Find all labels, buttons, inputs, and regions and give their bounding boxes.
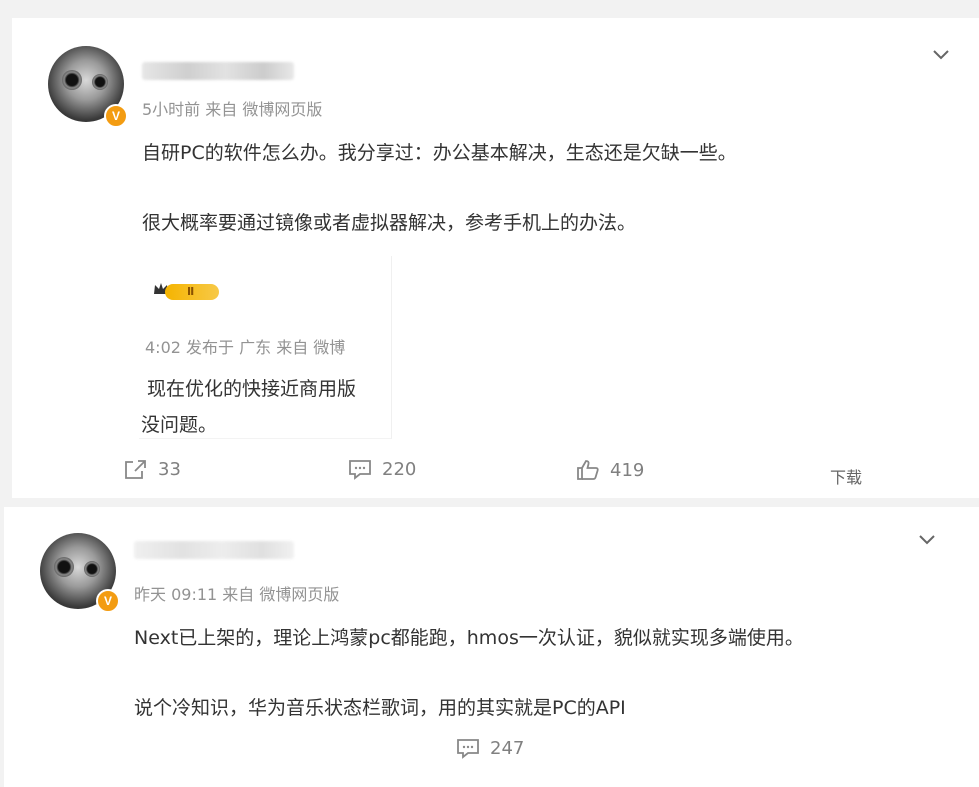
- post-text-line-2: 说个冷知识，华为音乐状态栏歌词，用的其实就是PC的API: [134, 697, 626, 719]
- member-badge-label: Ⅱ: [187, 285, 195, 298]
- comment-button[interactable]: 220: [348, 458, 416, 480]
- repost-text-line-2: 没问题。: [141, 414, 218, 436]
- avatar[interactable]: V: [48, 46, 128, 128]
- post-text-line-1: 自研PC的软件怎么办。我分享过：办公基本解决，生态还是欠缺一些。: [142, 142, 737, 164]
- username-blurred[interactable]: [142, 62, 294, 80]
- repost-text-line-1: 现在优化的快接近商用版: [147, 378, 357, 400]
- post-meta: 5小时前 来自 微博网页版: [142, 100, 323, 119]
- repost-card[interactable]: Ⅱ 4:02 发布于 广东 来自 微博 现在优化的快接近商用版 没问题。: [139, 256, 392, 439]
- share-button[interactable]: 33: [124, 458, 181, 480]
- post-text-line-1: Next已上架的，理论上鸿蒙pc都能跑，hmos一次认证，貌似就实现多端使用。: [134, 627, 804, 649]
- username-blurred[interactable]: [134, 541, 294, 559]
- share-count: 33: [158, 458, 181, 480]
- post-card-1: V 5小时前 来自 微博网页版 自研PC的软件怎么办。我分享过：办公基本解决，生…: [12, 18, 979, 498]
- comment-icon: [457, 739, 479, 759]
- repost-meta: 4:02 发布于 广东 来自 微博: [145, 338, 346, 357]
- verified-badge-icon: V: [104, 104, 128, 128]
- avatar[interactable]: V: [40, 533, 120, 613]
- download-link[interactable]: 下载: [830, 464, 862, 488]
- chevron-down-icon[interactable]: [918, 533, 936, 545]
- thumbs-up-icon: [577, 460, 599, 480]
- comment-button[interactable]: 247: [456, 737, 524, 759]
- comment-count: 247: [490, 737, 525, 759]
- post-text-line-2: 很大概率要通过镜像或者虚拟器解决，参考手机上的办法。: [142, 212, 637, 234]
- verified-badge-icon: V: [96, 589, 120, 613]
- chevron-down-icon[interactable]: [932, 48, 950, 60]
- like-button[interactable]: 419: [576, 459, 644, 481]
- post-meta: 昨天 09:11 来自 微博网页版: [134, 585, 340, 604]
- comment-count: 220: [382, 458, 417, 480]
- member-badge: Ⅱ: [165, 284, 219, 300]
- post-card-2: V 昨天 09:11 来自 微博网页版 Next已上架的，理论上鸿蒙pc都能跑，…: [4, 507, 979, 787]
- comment-icon: [349, 460, 371, 480]
- share-icon: [125, 460, 146, 479]
- like-count: 419: [610, 459, 645, 481]
